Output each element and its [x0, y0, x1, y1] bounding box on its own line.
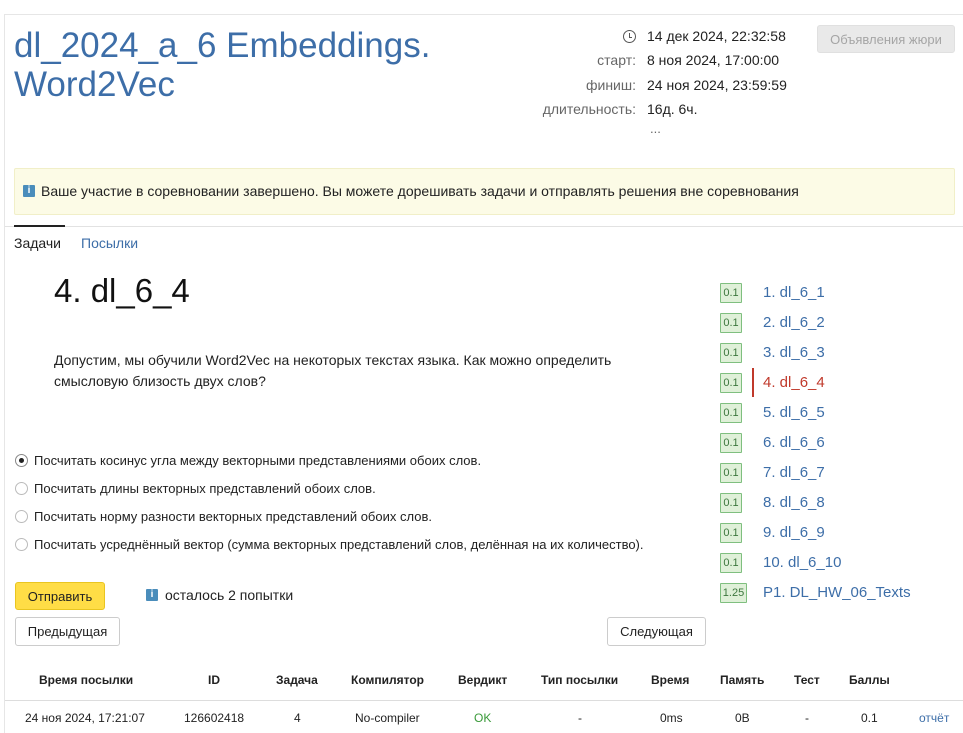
option-label: Посчитать длины векторных представлений …: [34, 481, 376, 496]
column-header-test: Тест: [794, 673, 820, 687]
report-link[interactable]: отчёт: [919, 711, 949, 725]
problem-link[interactable]: 2. dl_6_2: [763, 313, 825, 333]
tabs-divider: [5, 226, 963, 227]
problem-title: 4. dl_6_4: [54, 272, 190, 309]
tab-submissions[interactable]: Посылки: [81, 235, 138, 255]
column-header-type: Тип посылки: [541, 673, 619, 687]
contest-title: dl_2024_a_6 Embeddings. Word2Vec: [14, 26, 431, 104]
cell-verdict: OK: [474, 711, 492, 725]
finish-label: финиш:: [585, 77, 636, 93]
score-badge: 0.1: [720, 463, 742, 483]
score-badge: 0.1: [720, 373, 742, 393]
info-icon: i: [23, 185, 35, 197]
duration-label: длительность:: [542, 101, 636, 117]
submit-button[interactable]: Отправить: [15, 582, 105, 610]
meta-more[interactable]: ...: [650, 121, 661, 136]
column-header-compiler: Компилятор: [351, 673, 425, 687]
jury-announcements-button[interactable]: Объявления жюри: [817, 25, 955, 53]
column-header-id: ID: [208, 673, 220, 687]
cell-score: 0.1: [861, 711, 878, 725]
column-header-problem: Задача: [276, 673, 318, 687]
problem-link[interactable]: 6. dl_6_6: [763, 433, 825, 453]
column-header-memory: Память: [720, 673, 765, 687]
column-header-verdict: Вердикт: [458, 673, 508, 687]
current-indicator: [752, 368, 754, 397]
cell-exec-time: 0ms: [660, 711, 683, 725]
attempts-remaining: i осталось 2 попытки: [146, 586, 293, 604]
score-badge: 0.1: [720, 523, 742, 543]
finish-value: 24 ноя 2024, 23:59:59: [647, 77, 787, 93]
problem-link[interactable]: 10. dl_6_10: [763, 553, 841, 573]
option-label: Посчитать усреднённый вектор (сумма вект…: [34, 537, 644, 552]
cell-type: -: [578, 711, 582, 725]
problem-link[interactable]: 3. dl_6_3: [763, 343, 825, 363]
cell-problem: 4: [294, 711, 301, 725]
column-header-time: Время посылки: [39, 673, 134, 687]
tab-problems[interactable]: Задачи: [14, 225, 66, 255]
radio-button[interactable]: [15, 510, 28, 523]
radio-button[interactable]: [15, 538, 28, 551]
score-badge: 0.1: [720, 343, 742, 363]
problem-link[interactable]: 7. dl_6_7: [763, 463, 825, 483]
score-badge: 0.1: [720, 433, 742, 453]
score-badge: 0.1: [720, 283, 742, 303]
notice-text: Ваше участие в соревновании завершено. В…: [41, 183, 799, 199]
column-header-exec-time: Время: [651, 673, 690, 687]
problem-statement: Допустим, мы обучили Word2Vec на некотор…: [54, 352, 612, 389]
option-label: Посчитать норму разности векторных предс…: [34, 509, 432, 524]
next-problem-button[interactable]: Следующая: [607, 617, 706, 646]
start-value: 8 ноя 2024, 17:00:00: [647, 52, 780, 68]
option-label: Посчитать косинус угла между векторными …: [34, 453, 482, 468]
cell-test: -: [805, 711, 809, 725]
score-badge: 1.25: [720, 583, 747, 603]
info-icon: i: [146, 589, 158, 601]
start-label: старт:: [597, 52, 636, 68]
duration-value: 16д. 6ч.: [647, 101, 698, 117]
problem-link[interactable]: 1. dl_6_1: [763, 283, 825, 303]
problem-link[interactable]: 9. dl_6_9: [763, 523, 825, 543]
current-time: 14 дек 2024, 22:32:58: [647, 28, 786, 44]
problem-link[interactable]: P1. DL_HW_06_Texts: [763, 583, 911, 603]
table-header-divider: [5, 700, 963, 701]
problem-link-current[interactable]: 4. dl_6_4: [763, 373, 825, 393]
cell-time: 24 ноя 2024, 17:21:07: [25, 711, 145, 725]
cell-compiler: No-compiler: [355, 711, 420, 725]
score-badge: 0.1: [720, 313, 742, 333]
previous-problem-button[interactable]: Предыдущая: [15, 617, 120, 646]
problem-link[interactable]: 8. dl_6_8: [763, 493, 825, 513]
score-badge: 0.1: [720, 553, 742, 573]
score-badge: 0.1: [720, 493, 742, 513]
column-header-score: Баллы: [849, 673, 890, 687]
cell-id: 126602418: [184, 711, 245, 725]
cell-memory: 0B: [735, 711, 750, 725]
attempts-text: осталось 2 попытки: [165, 587, 294, 603]
radio-button[interactable]: [15, 482, 28, 495]
radio-button-checked[interactable]: [15, 454, 28, 467]
score-badge: 0.1: [720, 403, 742, 423]
participation-notice: i Ваше участие в соревновании завершено.…: [14, 168, 955, 215]
problem-link[interactable]: 5. dl_6_5: [763, 403, 825, 423]
clock-icon: [623, 30, 636, 43]
